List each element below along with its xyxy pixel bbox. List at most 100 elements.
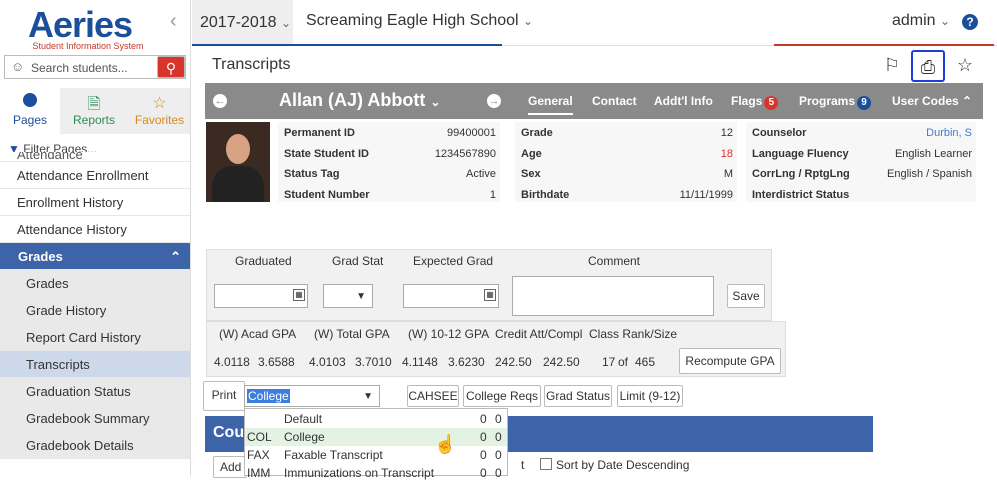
partial-label: t [521,458,525,472]
acad-gpa-header: (W) Acad GPA [219,327,297,341]
transcript-type-select[interactable]: College ▼ [244,385,380,407]
tab-contact[interactable]: Contact [592,94,637,108]
status-tag-row: Status Tag Active [284,168,496,180]
school-label: Screaming Eagle High School [306,12,519,29]
transcript-type-dropdown: Default 0 0 COL College 0 0 FAX Faxable Transc… [244,408,508,480]
tab-general[interactable]: General [528,94,573,115]
add-button[interactable]: Add [213,456,247,478]
user-menu[interactable]: admin ⌄ [892,12,950,30]
tab-favorites[interactable]: ☆ Favorites [128,88,190,134]
year-selector[interactable]: 2017-2018 ⌄ [192,0,293,46]
sort-date-label: Sort by Date Descending [556,458,690,472]
sex-row: Sex M [521,168,733,180]
page-title: Transcripts [212,56,291,73]
age-row: Age 18 [521,148,733,160]
nav-group-grades[interactable]: Grades ⌃ [0,243,190,270]
language-row: CorrLng / RptgLng English / Spanish [752,168,972,180]
graduation-panel: Graduated Grad Stat Expected Grad Commen… [206,249,772,321]
search-icon[interactable]: ⚲ [157,56,185,78]
permanent-id-row: Permanent ID 99400001 [284,127,496,139]
tab-user-codes[interactable]: User Codes ⌃ [892,94,972,108]
calendar-icon[interactable]: ▦ [293,289,305,301]
info-column-demographics: Grade 12 Age 18 Sex M Birthdate 11/11/1999 [515,122,737,202]
dropdown-arrow-icon: ▼ [363,391,373,402]
gpa-10-12: 3.6230 [448,355,485,369]
comment-textarea[interactable] [512,276,714,316]
total-gpa-weighted: 4.0103 [309,355,346,369]
chevron-down-icon: ⌄ [280,16,292,30]
dropdown-arrow-icon: ▼ [356,291,366,302]
counselor-link[interactable]: Durbin, S [926,127,972,139]
credits-attempted: 242.50 [495,355,532,369]
sidebar-tabs: Pages 🗎 Reports ☆ Favorites [0,88,190,134]
expected-grad-header: Expected Grad [413,254,494,268]
cahsee-button[interactable]: CAHSEE [407,385,459,407]
expected-grad-input[interactable]: ▦ [403,284,499,308]
dropdown-option-default[interactable]: Default 0 0 [245,410,507,428]
tab-flags[interactable]: Flags 5 [731,94,779,110]
programs-count-badge: 9 [857,96,872,110]
grade-row: Grade 12 [521,127,733,139]
nav-item-attendance-enrollment[interactable]: Attendance Enrollment [0,162,190,189]
nav-item-enrollment-history[interactable]: Enrollment History [0,189,190,216]
chevron-down-icon: ⌄ [523,14,534,28]
calendar-icon[interactable]: ▦ [484,289,496,301]
school-selector[interactable]: Screaming Eagle High School ⌄ [306,12,533,30]
limit-button[interactable]: Limit (9-12) [617,385,683,407]
previous-student-icon[interactable]: ← [213,94,227,108]
sort-date-checkbox[interactable] [540,458,552,470]
tab-reports-label: Reports [72,113,116,127]
tab-addtl-info[interactable]: Addt'l Info [654,94,713,108]
nav-item-graduation-status[interactable]: Graduation Status [0,378,190,405]
tab-pages[interactable]: Pages [0,88,60,134]
counselor-row: Counselor Durbin, S [752,127,972,139]
star-icon: ☆ [152,95,167,112]
student-number-row: Student Number 1 [284,189,496,201]
class-rank-header: Class Rank/Size [589,327,678,341]
nav-item-grades[interactable]: Grades [0,270,190,297]
dropdown-option-college[interactable]: COL College 0 0 [245,428,507,446]
next-student-icon[interactable]: → [487,94,501,108]
help-icon[interactable]: ? [962,14,978,30]
hand-cursor-icon: ☝ [434,434,457,454]
credits-completed: 242.50 [543,355,580,369]
grad-stat-select[interactable]: ▼ [323,284,373,308]
favorite-star-icon[interactable]: ☆ [948,50,982,82]
tab-programs[interactable]: Programs 9 [799,94,872,110]
print-button[interactable]: Print [203,381,245,411]
college-reqs-button[interactable]: College Reqs [463,385,541,407]
nav-item-attendance-history[interactable]: Attendance History [0,216,190,243]
chevron-up-icon: ⌃ [170,249,181,264]
student-name[interactable]: Allan (AJ) Abbott ⌄ [279,90,440,111]
recompute-gpa-button[interactable]: Recompute GPA [679,348,781,374]
nav-item-report-card-history[interactable]: Report Card History [0,324,190,351]
aeries-logo[interactable]: Aeries Student Information System [8,4,168,52]
rank-of-label: of [618,355,629,369]
dropdown-option-fax[interactable]: FAX Faxable Transcript 0 0 [245,446,507,464]
collapse-sidebar-icon[interactable]: ‹ [170,10,177,33]
nav-item-gradebook-details[interactable]: Gradebook Details [0,432,190,459]
nav-item-transcripts[interactable]: Transcripts [0,351,190,378]
credit-header: Credit Att/Compl [495,327,583,341]
print-icon[interactable]: ⎙ [911,50,945,82]
nav-item-attendance[interactable]: Attendance [0,152,190,162]
grad-status-button[interactable]: Grad Status [544,385,612,407]
dropdown-option-imm[interactable]: IMM Immunizations on Transcript 0 0 [245,464,507,482]
comment-header: Comment [588,254,641,268]
flag-icon[interactable]: ⚐ [875,50,909,82]
graduated-date-input[interactable]: ▦ [214,284,308,308]
tab-reports[interactable]: 🗎 Reports [62,88,126,134]
nav-list: Attendance Attendance Enrollment Enrollm… [0,152,190,459]
nav-item-gradebook-summary[interactable]: Gradebook Summary [0,405,190,432]
language-fluency-row: Language Fluency English Learner [752,148,972,160]
divider [192,44,502,46]
student-photo [206,122,270,202]
nav-item-grade-history[interactable]: Grade History [0,297,190,324]
save-button[interactable]: Save [727,284,765,308]
student-search-input[interactable]: ☺ Search students... ⚲ [4,55,186,79]
logo-subtitle: Student Information System [32,41,144,51]
gpa-panel: (W) Acad GPA (W) Total GPA (W) 10-12 GPA… [206,321,786,377]
tab-flags-label: Flags [731,94,763,108]
total-gpa: 3.7010 [355,355,392,369]
user-icon: ☺ [11,59,25,74]
